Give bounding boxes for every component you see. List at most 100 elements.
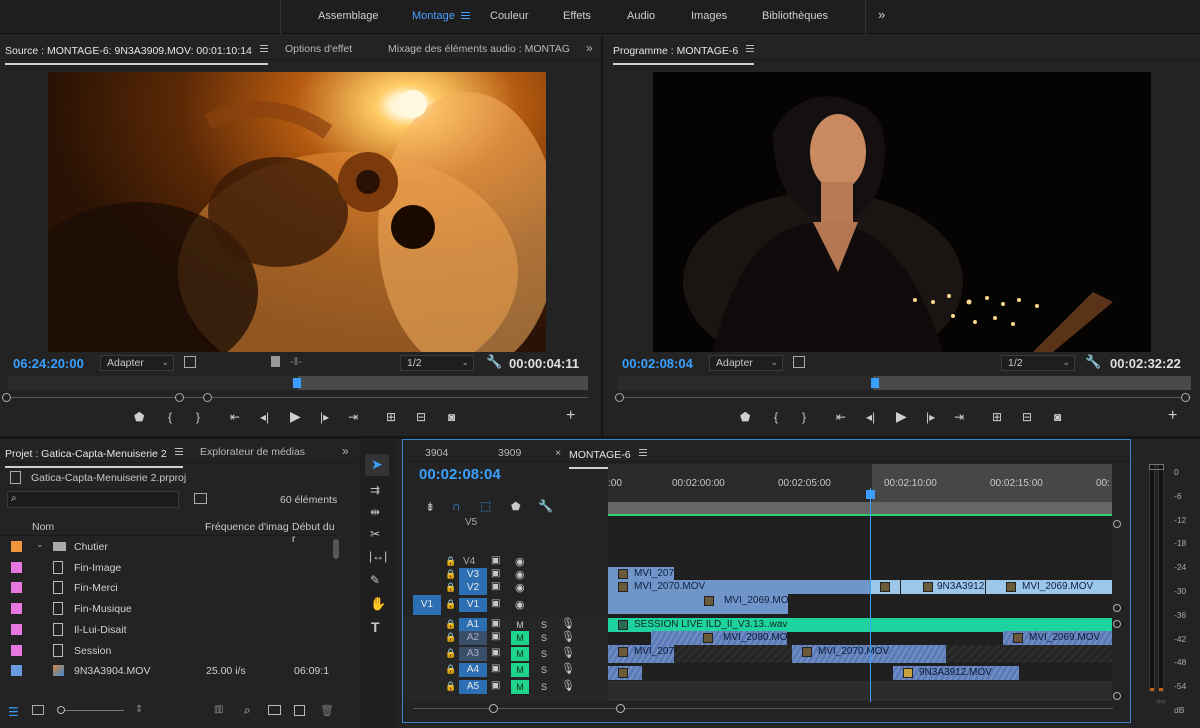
project-search-input[interactable]: ⌕ [7,491,179,508]
tab-effect-options[interactable]: Options d'effet [285,43,352,55]
solo-button[interactable]: S [535,631,553,645]
sync-lock-icon[interactable]: ▣ [491,598,500,609]
track-a1-label[interactable]: A1 [459,618,487,632]
clip-a1-1[interactable]: SESSION LIVE ILD_II_V3.13..wav [608,618,1112,632]
solo-left-icon[interactable]: ○○ [1156,697,1166,706]
mark-in-icon[interactable]: { [774,410,778,424]
column-frame-rate[interactable]: Fréquence d'imag [205,521,289,533]
microphone-icon[interactable]: 🎙 [561,662,575,675]
clip-v2-1[interactable]: MVI_2070.MOV [608,580,870,594]
lock-icon[interactable]: 🔒 [445,599,456,610]
lift-icon[interactable]: ⊞ [992,410,1002,424]
tab-source[interactable]: Source : MONTAGE-6: 9N3A3909.MOV: 00:01:… [5,43,268,65]
sync-lock-icon[interactable]: ▣ [491,618,500,629]
solo-button[interactable]: S [535,647,553,661]
source-zoom-bar[interactable] [8,397,588,398]
add-marker-icon[interactable]: ⬟ [134,410,144,424]
insert-icon[interactable]: ⊞ [386,410,396,424]
label-color-swatch[interactable] [11,541,22,552]
panel-menu-icon[interactable] [174,446,183,457]
track-v1-label[interactable]: V1 [459,598,487,612]
sync-lock-icon[interactable]: ▣ [491,568,500,579]
microphone-icon[interactable]: 🎙 [561,617,575,630]
lock-icon[interactable]: 🔒 [445,664,456,675]
workspace-menu-icon[interactable] [461,11,470,21]
lock-icon[interactable]: 🔒 [445,569,456,580]
pen-tool-icon[interactable]: ✎ [370,573,380,587]
automate-icon[interactable]: ▥ [214,704,223,715]
workspace-montage[interactable]: Montage [412,10,455,22]
project-item[interactable]: ⌄ Chutier [0,537,340,558]
project-item[interactable]: Il-Lui-Disait [0,620,340,641]
microphone-icon[interactable]: 🎙 [561,679,575,692]
razor-tool-icon[interactable]: ✂ [370,527,380,541]
program-scrub-area[interactable] [617,376,1191,390]
project-item[interactable]: Session [0,641,340,662]
hand-tool-icon[interactable]: ✋ [370,596,386,612]
zoom-slider[interactable] [60,710,124,711]
settings-icon[interactable] [793,356,805,368]
mark-out-icon[interactable]: } [802,410,806,424]
go-to-in-icon[interactable]: ⇤ [836,410,846,424]
ripple-edit-tool-icon[interactable]: ⇹ [370,505,380,519]
snap-icon[interactable]: ∩ [452,499,461,513]
extract-icon[interactable]: ⊟ [1022,410,1032,424]
step-forward-icon[interactable]: |▸ [320,410,329,424]
tab-sequence-montage-6[interactable]: MONTAGE-6 [569,447,647,469]
project-item[interactable]: Fin-Musique [0,599,340,620]
zoom-handle-right[interactable] [616,704,625,713]
label-color-swatch[interactable] [11,665,22,677]
project-item[interactable]: Fin-Image [0,558,340,579]
clip-v2-3[interactable]: MVI_2069.MOV [986,580,1112,594]
nest-icon[interactable]: ⇟ [425,500,435,514]
vertical-scroll-handle[interactable] [1113,620,1121,628]
source-timecode-in[interactable]: 06:24:20:00 [13,356,84,371]
project-item[interactable]: Fin-Merci [0,578,340,599]
zoom-handle-right[interactable] [203,393,212,402]
tab-sequence-3909[interactable]: 3909 [498,447,521,459]
camera-icon[interactable]: ◙ [1054,410,1061,424]
icon-view-icon[interactable] [32,705,44,715]
sync-lock-icon[interactable]: ▣ [491,647,500,658]
tab-media-browser[interactable]: Explorateur de médias [200,446,305,458]
track-a2-label[interactable]: A2 [459,631,487,645]
selection-tool-icon[interactable]: ➤ [371,456,383,473]
settings-icon[interactable] [184,356,196,368]
workspace-images[interactable]: Images [691,10,727,22]
track-a5-label[interactable]: A5 [459,680,487,694]
go-to-in-icon[interactable]: ⇤ [230,410,240,424]
program-resolution-dropdown[interactable]: 1/2 ⌄ [1001,355,1075,371]
timeline-ruler[interactable]: :00 00:02:00:00 00:02:05:00 00:02:10:00 … [608,464,1112,516]
clip-a4-2[interactable]: 9N3A3912.MOV [893,666,1019,680]
go-to-out-icon[interactable]: ⇥ [348,410,358,424]
step-back-icon[interactable]: ◂| [260,410,269,424]
sync-lock-icon[interactable]: ▣ [491,631,500,642]
sync-lock-icon[interactable]: ▣ [491,581,500,592]
clip-v1-1[interactable]: MVI_2069.MOV [608,594,788,614]
track-v2-label[interactable]: V2 [459,581,487,595]
clip-v3-1[interactable]: MVI_207 [608,567,674,581]
trim-icon[interactable]: ‐‖‐ [290,356,302,368]
lock-icon[interactable]: 🔒 [445,632,456,643]
zoom-handle-right[interactable] [1181,393,1190,402]
sync-lock-icon[interactable]: ▣ [491,555,500,566]
overflow-icon[interactable]: » [342,444,349,458]
sync-lock-icon[interactable]: ▣ [491,663,500,674]
source-scrub-area[interactable] [8,376,588,390]
label-color-swatch[interactable] [11,582,22,594]
panel-menu-icon[interactable] [746,43,755,54]
mute-button[interactable]: M [511,680,529,694]
project-item[interactable]: 9N3A3904.MOV 25.00 i/s 06:09:1 [0,661,340,682]
microphone-icon[interactable]: 🎙 [561,646,575,659]
tab-program[interactable]: Programme : MONTAGE-6 [613,43,755,65]
add-button-icon[interactable]: + [566,407,575,425]
workspace-couleur[interactable]: Couleur [490,10,529,22]
mark-out-icon[interactable]: } [196,410,200,424]
lock-icon[interactable]: 🔒 [445,648,456,659]
source-video-frame[interactable] [48,72,546,352]
workspace-bibliotheques[interactable]: Bibliothèques [762,10,828,22]
timeline-playhead-head[interactable] [866,490,875,499]
wrench-icon[interactable]: 🔧 [538,499,553,513]
lock-icon[interactable]: 🔒 [445,556,456,567]
program-video-frame[interactable] [653,72,1151,352]
